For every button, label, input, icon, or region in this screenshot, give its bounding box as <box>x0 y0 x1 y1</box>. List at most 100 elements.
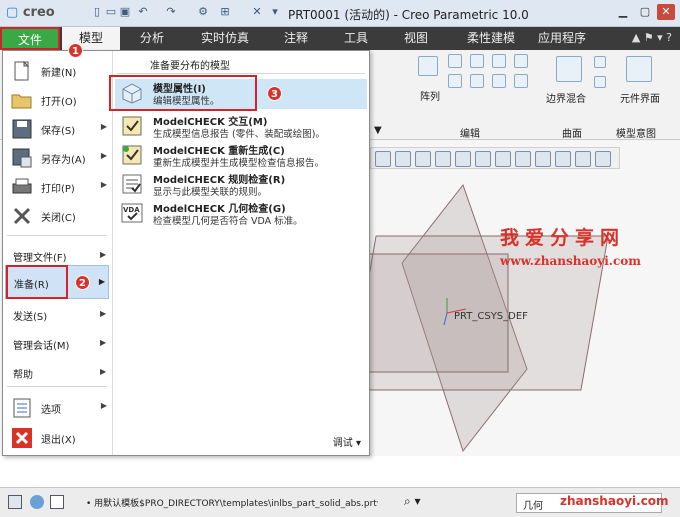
array-label[interactable]: 阵列 <box>420 88 440 103</box>
browser-toggle-icon[interactable] <box>30 495 44 509</box>
section-icon[interactable] <box>495 151 511 167</box>
submenu-modelcheck-interactive[interactable]: ModelCHECK 交互(M) 生成模型信息报告 (零件、装配或绘图)。 <box>115 112 367 142</box>
tab-analysis[interactable]: 分析 <box>130 27 174 50</box>
surface-group-label: 曲面 <box>562 129 582 140</box>
submenu-arrow-icon: ▶ <box>98 277 105 286</box>
watermark-url: www.zhanshaoyi.com <box>500 254 641 268</box>
component-interface-label[interactable]: 元件界面 <box>620 90 660 105</box>
fullscreen-icon[interactable] <box>50 495 64 509</box>
submenu-modelcheck-rules[interactable]: ModelCHECK 规则检查(R) 显示与此模型关联的规则。 <box>115 170 367 200</box>
component-interface-icon[interactable] <box>626 56 652 82</box>
modelcheck-interactive-icon <box>122 116 142 136</box>
tab-annotate[interactable]: 注释 <box>274 27 318 50</box>
trim-icon[interactable] <box>492 54 506 68</box>
offset-icon[interactable] <box>514 54 528 68</box>
ribbon-right-icons[interactable]: ▲ ⚑ ▾ ? <box>632 31 672 44</box>
step-badge-1: 1 <box>68 43 83 58</box>
menu-print[interactable]: 打印(P) ▶ <box>5 173 109 199</box>
menu-close[interactable]: 关闭(C) <box>5 202 109 228</box>
save-icon[interactable]: ▣ <box>118 5 132 19</box>
svg-text:VDA: VDA <box>123 206 140 214</box>
chevron-down-icon: ▾ <box>355 438 361 449</box>
tab-file[interactable]: 文件 <box>0 27 60 50</box>
undo-icon[interactable]: ↶ <box>136 5 150 19</box>
open-icon[interactable]: ▭ <box>104 5 118 19</box>
zoom-out-icon[interactable] <box>415 151 431 167</box>
menu-send[interactable]: 发送(S) <box>13 308 47 323</box>
zoom-in-icon[interactable] <box>395 151 411 167</box>
step-badge-2: 2 <box>75 275 90 290</box>
new-icon[interactable]: ▯ <box>90 5 104 19</box>
menu-manage-session[interactable]: 管理会话(M) <box>13 337 69 352</box>
menu-separator <box>7 235 107 236</box>
annotation-display-icon[interactable] <box>535 151 551 167</box>
mirror-icon[interactable] <box>448 54 462 68</box>
saved-views-icon[interactable] <box>475 151 491 167</box>
display-style-icon[interactable] <box>455 151 471 167</box>
menu-new[interactable]: 新建(N) <box>5 57 109 83</box>
pattern-icon[interactable] <box>418 56 438 76</box>
submenu-arrow-icon: ▶ <box>100 250 107 259</box>
menu-prepare[interactable]: 准备(R) 2 ▶ <box>5 265 109 299</box>
tab-applications[interactable]: 应用程序 <box>534 27 590 50</box>
file-menu-commands: 新建(N) 打开(O) 保存(S) ▶ 另存为(A) ▶ 打印(P) ▶ 关闭(… <box>3 51 111 455</box>
redo-icon[interactable]: ↷ <box>164 5 178 19</box>
menu-exit[interactable]: 退出(X) <box>5 424 109 450</box>
more-icon[interactable]: ▾ <box>268 5 282 19</box>
submenu-modelcheck-regenerate[interactable]: ModelCHECK 重新生成(C) 重新生成模型并生成模型检查信息报告。 <box>115 141 367 171</box>
windows-icon[interactable]: ⊞ <box>218 5 232 19</box>
menu-options[interactable]: 选项 ▶ <box>5 394 109 420</box>
datum-display-icon[interactable] <box>515 151 531 167</box>
menu-options-label: 选项 <box>41 405 61 416</box>
prepare-submenu: 准备要分布的模型 模型属性(I) 编辑模型属性。 3 ModelCHECK 交互… <box>109 51 369 455</box>
thicken-icon[interactable] <box>514 74 528 88</box>
extend-icon[interactable] <box>470 54 484 68</box>
menu-help[interactable]: 帮助 <box>13 366 33 381</box>
boundary-blend-icon[interactable] <box>556 56 582 82</box>
modelcheck-vda-icon: VDA <box>121 203 143 223</box>
spin-center-icon[interactable] <box>555 151 571 167</box>
menu-save[interactable]: 保存(S) ▶ <box>5 115 109 141</box>
submenu-arrow-icon: ▶ <box>100 309 107 318</box>
exit-icon <box>12 428 32 448</box>
tab-view[interactable]: 视图 <box>394 27 438 50</box>
close-x-icon <box>13 207 31 225</box>
menu-open[interactable]: 打开(O) <box>5 86 109 112</box>
freestyle-icon[interactable] <box>594 76 606 88</box>
refit-icon[interactable] <box>375 151 391 167</box>
perspective-icon[interactable] <box>595 151 611 167</box>
menu-save-as[interactable]: 另存为(A) ▶ <box>5 144 109 170</box>
tab-flexible-modeling[interactable]: 柔性建模 <box>458 27 524 50</box>
close-window-icon[interactable]: ✕ <box>250 5 264 19</box>
debug-button[interactable]: 调试 ▾ <box>333 434 361 449</box>
ribbon-tabs: 文件 1 模型 分析 实时仿真 注释 工具 视图 柔性建模 应用程序 ▲ ⚑ ▾… <box>0 27 680 58</box>
minimize-button[interactable]: ▁ <box>614 4 632 20</box>
find-icon[interactable]: ⌕ ▾ <box>404 494 421 509</box>
view-toolbar <box>370 147 620 169</box>
menu-print-label: 打印(P) <box>41 184 75 195</box>
navigator-toggle-icon[interactable] <box>8 495 22 509</box>
close-button[interactable]: ✕ <box>657 4 675 20</box>
boundary-blend-label[interactable]: 边界混合 <box>546 90 586 105</box>
intersect-icon[interactable] <box>470 74 484 88</box>
pause-icon[interactable] <box>575 151 591 167</box>
regenerate-icon[interactable]: ⚙ <box>196 5 210 19</box>
status-message: • 用默认模板$PRO_DIRECTORY\templates\inlbs_pa… <box>86 499 378 509</box>
submenu-modelcheck-geometry[interactable]: VDA ModelCHECK 几何检查(G) 检查模型几何是否符合 VDA 标准… <box>115 199 367 229</box>
maximize-button[interactable]: ▢ <box>636 4 654 20</box>
tab-tools[interactable]: 工具 <box>334 27 378 50</box>
repaint-icon[interactable] <box>435 151 451 167</box>
merge-icon[interactable] <box>448 74 462 88</box>
style-icon[interactable] <box>594 56 606 68</box>
csys-label: PRT_CSYS_DEF <box>454 311 528 322</box>
tab-simulation[interactable]: 实时仿真 <box>190 27 260 50</box>
menu-manage-file[interactable]: 管理文件(F) <box>13 249 67 264</box>
submenu-separator <box>117 73 365 74</box>
submenu-model-properties[interactable]: 模型属性(I) 编辑模型属性。 3 <box>109 75 367 111</box>
options-icon <box>13 398 31 418</box>
creo-logo: ▢ creo <box>6 5 55 20</box>
file-menu: 新建(N) 打开(O) 保存(S) ▶ 另存为(A) ▶ 打印(P) ▶ 关闭(… <box>2 50 370 456</box>
submenu-heading: 准备要分布的模型 <box>150 61 230 72</box>
menu-separator <box>7 386 107 387</box>
solidify-icon[interactable] <box>492 74 506 88</box>
